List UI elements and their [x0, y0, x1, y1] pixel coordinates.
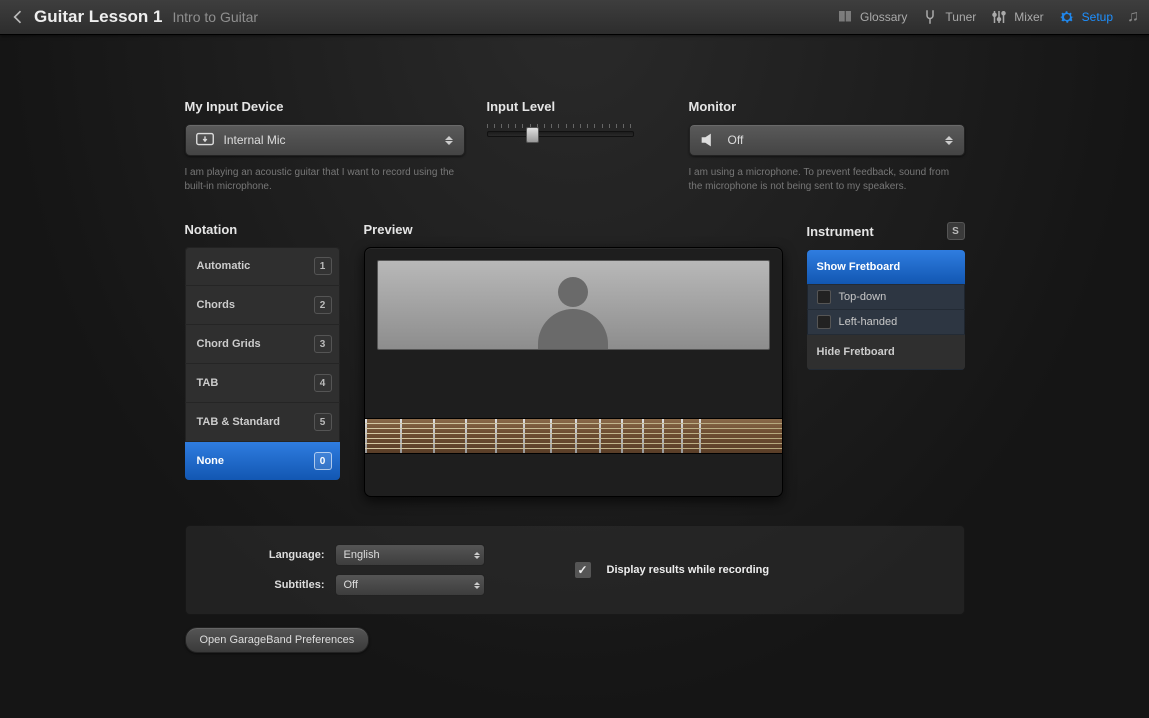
notation-automatic[interactable]: Automatic 1 — [185, 247, 340, 286]
display-results-checkbox[interactable]: ✓ — [575, 562, 591, 578]
mixer-button[interactable]: Mixer — [990, 8, 1043, 26]
monitor-select[interactable]: Off — [689, 124, 965, 156]
input-device-select[interactable]: Internal Mic — [185, 124, 465, 156]
notation-title: Notation — [185, 222, 340, 237]
slider-thumb[interactable] — [526, 127, 539, 143]
checkbox-icon[interactable] — [817, 290, 831, 304]
key-badge: 0 — [314, 452, 332, 470]
subtitles-value: Off — [344, 579, 358, 591]
stepper-chevrons-icon — [445, 125, 459, 155]
instrument-shortcut-key[interactable]: S — [947, 222, 965, 240]
top-down-label: Top-down — [839, 291, 887, 303]
input-level-slider[interactable] — [487, 131, 634, 137]
monitor-value: Off — [728, 133, 744, 147]
gear-icon — [1058, 8, 1076, 26]
tuning-fork-icon — [921, 8, 939, 26]
notation-item-label: TAB & Standard — [197, 416, 281, 428]
hide-fretboard-label: Hide Fretboard — [817, 346, 895, 358]
notation-item-label: None — [197, 455, 225, 467]
open-preferences-label: Open GarageBand Preferences — [200, 634, 355, 646]
notation-tab-standard[interactable]: TAB & Standard 5 — [185, 403, 340, 442]
notation-chords[interactable]: Chords 2 — [185, 286, 340, 325]
setup-label: Setup — [1082, 10, 1113, 24]
top-down-option[interactable]: Top-down — [807, 285, 965, 310]
key-badge: 4 — [314, 374, 332, 392]
key-badge: 1 — [314, 257, 332, 275]
speaker-icon — [698, 131, 720, 149]
stepper-chevrons-icon — [474, 545, 480, 565]
notation-chord-grids[interactable]: Chord Grids 3 — [185, 325, 340, 364]
left-handed-label: Left-handed — [839, 316, 898, 328]
glossary-label: Glossary — [860, 10, 907, 24]
notation-item-label: Chords — [197, 299, 236, 311]
lesson-subtitle: Intro to Guitar — [172, 9, 258, 25]
left-handed-option[interactable]: Left-handed — [807, 310, 965, 335]
mixer-label: Mixer — [1014, 10, 1043, 24]
input-device-value: Internal Mic — [224, 133, 286, 147]
monitor-help: I am using a microphone. To prevent feed… — [689, 166, 965, 194]
key-badge: 2 — [314, 296, 332, 314]
notation-none[interactable]: None 0 — [185, 442, 340, 480]
notation-item-label: Automatic — [197, 260, 251, 272]
sliders-icon — [990, 8, 1008, 26]
checkbox-icon[interactable] — [817, 315, 831, 329]
preview-pane — [364, 247, 783, 497]
topbar: Guitar Lesson 1 Intro to Guitar Glossary… — [0, 0, 1149, 35]
input-level-control — [487, 124, 632, 134]
stepper-chevrons-icon — [474, 575, 480, 595]
fretboard-image — [365, 418, 782, 454]
open-preferences-button[interactable]: Open GarageBand Preferences — [185, 627, 370, 653]
monitor-title: Monitor — [689, 99, 965, 114]
bottom-panel: Language: English Subtitles: Off ✓ Displ… — [185, 525, 965, 615]
show-fretboard-label: Show Fretboard — [817, 261, 901, 273]
notation-tab[interactable]: TAB 4 — [185, 364, 340, 403]
language-label: Language: — [225, 549, 325, 561]
subtitles-select[interactable]: Off — [335, 574, 485, 596]
hide-fretboard-option[interactable]: Hide Fretboard — [807, 335, 965, 370]
back-arrow-icon[interactable] — [8, 7, 28, 27]
key-badge: 3 — [314, 335, 332, 353]
mic-icon — [194, 131, 216, 149]
instrument-title: Instrument — [807, 224, 874, 239]
stepper-chevrons-icon — [945, 125, 959, 155]
lesson-title: Guitar Lesson 1 — [34, 7, 162, 27]
display-results-label: Display results while recording — [607, 564, 770, 576]
music-note-icon[interactable]: ♫ — [1127, 8, 1139, 26]
subtitles-label: Subtitles: — [225, 579, 325, 591]
input-device-help: I am playing an acoustic guitar that I w… — [185, 166, 465, 194]
input-level-title: Input Level — [487, 99, 667, 114]
input-device-title: My Input Device — [185, 99, 465, 114]
glossary-button[interactable]: Glossary — [836, 8, 907, 26]
show-fretboard-option[interactable]: Show Fretboard — [807, 250, 965, 285]
notation-list: Automatic 1 Chords 2 Chord Grids 3 TAB 4… — [185, 247, 340, 480]
book-icon — [836, 8, 854, 26]
preview-title: Preview — [364, 222, 783, 237]
notation-item-label: TAB — [197, 377, 219, 389]
key-badge: 5 — [314, 413, 332, 431]
tuner-button[interactable]: Tuner — [921, 8, 976, 26]
instrument-list: Show Fretboard Top-down Left-handed Hide… — [807, 250, 965, 370]
setup-button[interactable]: Setup — [1058, 8, 1113, 26]
tuner-label: Tuner — [945, 10, 976, 24]
notation-item-label: Chord Grids — [197, 338, 261, 350]
language-value: English — [344, 549, 380, 561]
person-silhouette-icon — [538, 269, 608, 349]
video-placeholder — [377, 260, 770, 350]
language-select[interactable]: English — [335, 544, 485, 566]
